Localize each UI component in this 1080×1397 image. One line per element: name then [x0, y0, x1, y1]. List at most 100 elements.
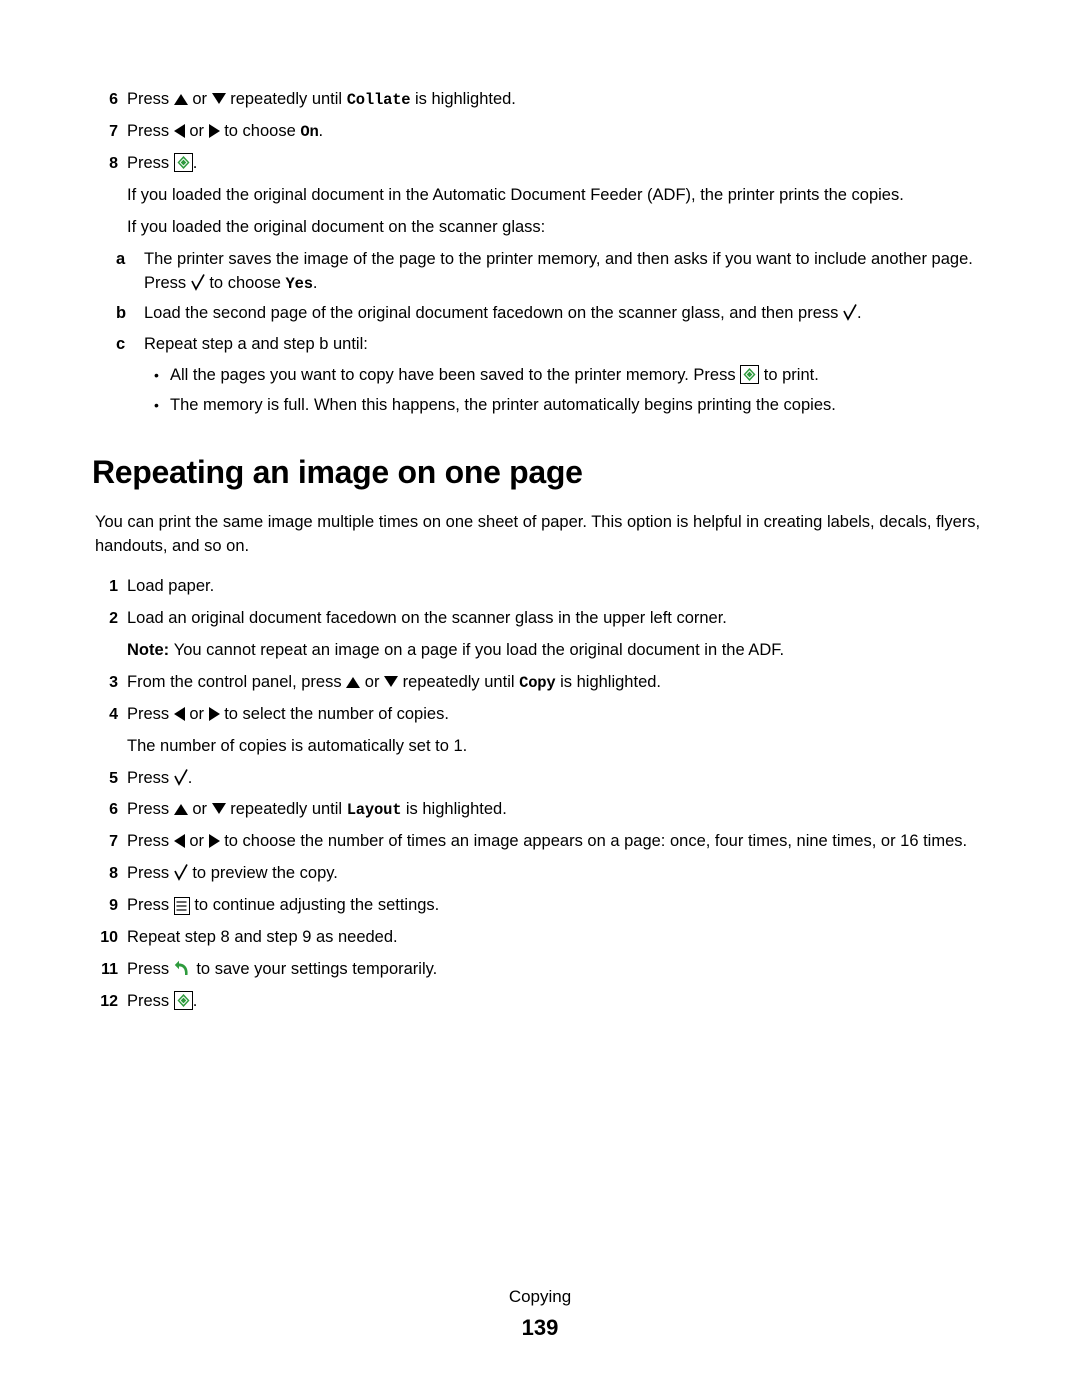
menu-term: On: [300, 122, 319, 141]
numbered-step: 8 Press to preview the copy.: [92, 862, 997, 886]
substep-text: Repeat step a and step b until:: [144, 335, 368, 354]
bullet-item: • The memory is full. When this happens, …: [154, 394, 997, 418]
step-number: 12: [100, 992, 118, 1010]
start-button-icon: [740, 365, 760, 385]
arrow-down-icon: [384, 675, 399, 687]
bullet-text: All the pages you want to copy have been…: [170, 365, 819, 385]
step-number: 6: [109, 801, 118, 819]
step-text: Press .: [127, 152, 198, 172]
arrow-down-icon: [211, 93, 226, 104]
step-number: 11: [101, 961, 118, 979]
arrow-left-icon: [173, 123, 185, 138]
step-text: From the control panel, press or repeate…: [127, 672, 662, 692]
bullet-text: The memory is full. When this happens, t…: [170, 396, 836, 415]
menu-term: Yes: [285, 274, 314, 293]
step-number: 4: [109, 705, 118, 723]
bullet-dot-icon: •: [154, 367, 159, 384]
page-content: 6 Press or repeatedly until Collate is hi…: [92, 88, 997, 1022]
arrow-up-icon: [173, 94, 188, 105]
adf-paragraph: If you loaded the original document in t…: [127, 185, 904, 204]
step-number: 2: [109, 609, 118, 627]
arrow-down-icon: [211, 803, 226, 815]
arrow-right-icon: [208, 123, 220, 138]
substep-letter: a: [116, 249, 126, 268]
back-button-icon: [174, 960, 192, 978]
arrow-up-icon: [346, 676, 361, 688]
numbered-step: 6 Press or repeatedly until Collate is hi…: [92, 88, 997, 112]
step-text: Press or to select the number of copies.: [127, 704, 449, 723]
top-steps-list: 6 Press or repeatedly until Collate is hi…: [92, 88, 997, 176]
substep-letter: b: [116, 304, 127, 323]
numbered-step: 1 Load paper.: [92, 575, 997, 599]
document-page: 6 Press or repeatedly until Collate is hi…: [0, 0, 1080, 1397]
arrow-up-icon: [173, 804, 188, 816]
step-text: Press or to choose the number of times a…: [127, 832, 968, 851]
step-number: 8: [109, 865, 118, 883]
note-label: Note:: [127, 640, 174, 659]
numbered-step: 5 Press .: [92, 767, 997, 791]
step-number: 9: [109, 897, 118, 915]
step-text: Press to preview the copy.: [127, 864, 338, 883]
step-number: 7: [109, 833, 118, 851]
step-text: Press .: [127, 990, 198, 1010]
step-text: Press to save your settings temporarily.: [127, 960, 438, 979]
footer-section-label: Copying: [508, 1287, 572, 1306]
arrow-right-icon: [208, 706, 220, 721]
select-check-icon: [174, 768, 188, 786]
menu-term: Layout: [346, 801, 402, 820]
step-text: Press or to choose On.: [127, 121, 324, 141]
numbered-step: 12 Press .: [92, 990, 997, 1014]
numbered-step: 7 Press or to choose On.: [92, 120, 997, 144]
numbered-step: 8 Press .: [92, 152, 997, 176]
substep-letter: c: [116, 335, 126, 354]
numbered-step: 3 From the control panel, press or repeat…: [92, 671, 997, 695]
lettered-substep: c Repeat step a and step b until:: [116, 333, 997, 357]
select-check-icon: [843, 304, 857, 322]
menu-term: Copy: [519, 673, 556, 692]
select-check-icon: [191, 273, 205, 291]
footer-page-number: 139: [521, 1315, 559, 1340]
step-number: 10: [100, 929, 118, 947]
step-text: Load paper.: [127, 576, 215, 595]
step-number: 6: [109, 91, 118, 108]
note-paragraph: Note: You cannot repeat an image on a pa…: [127, 640, 785, 659]
numbered-step: 11 Press to save your settings temporaril…: [92, 958, 997, 982]
intro-paragraph: You can print the same image multiple ti…: [95, 513, 981, 556]
numbered-step: 2 Load an original document facedown on t…: [92, 607, 997, 631]
sub-steps-list: a The printer saves the image of the page…: [92, 248, 997, 358]
step-text: Press or repeatedly until Collate is hig…: [127, 90, 516, 109]
substep-text: Load the second page of the original doc…: [144, 304, 862, 323]
step-text: Press .: [127, 768, 193, 787]
substep-text: The printer saves the image of the page …: [144, 249, 973, 293]
step-text: Load an original document facedown on th…: [127, 608, 727, 627]
start-button-icon: [173, 990, 193, 1010]
numbered-step: 7 Press or to choose the number of times …: [92, 830, 997, 854]
numbered-step: 10 Repeat step 8 and step 9 as needed.: [92, 926, 997, 950]
select-check-icon: [174, 864, 188, 882]
lettered-substep: b Load the second page of the original do…: [116, 302, 997, 326]
numbered-step: 4 Press or to select the number of copies…: [92, 703, 997, 727]
numbered-step: 6 Press or repeatedly until Layout is hig…: [92, 798, 997, 822]
page-footer: Copying 139: [0, 1287, 1080, 1341]
arrow-left-icon: [173, 706, 185, 721]
menu-term: Collate: [346, 91, 411, 109]
lettered-substep: a The printer saves the image of the page…: [116, 248, 997, 296]
start-button-icon: [173, 152, 193, 172]
main-steps-list: 1 Load paper. 2 Load an original document f…: [92, 575, 997, 1014]
menu-button-icon: [173, 897, 190, 916]
step-number: 3: [109, 673, 118, 691]
scanner-glass-paragraph: If you loaded the original document on t…: [127, 217, 546, 236]
arrow-right-icon: [208, 834, 220, 849]
step-text: Press or repeatedly until Layout is high…: [127, 800, 507, 820]
bullet-list: • All the pages you want to copy have bee…: [92, 364, 997, 418]
step-number: 1: [109, 577, 118, 595]
numbered-step: 9 Press to continue adjusting the setting…: [92, 894, 997, 918]
step-number: 8: [109, 154, 118, 172]
arrow-left-icon: [173, 834, 185, 849]
step-number: 7: [109, 122, 118, 140]
step-text: Press to continue adjusting the settings…: [127, 896, 440, 916]
bullet-item: • All the pages you want to copy have bee…: [154, 364, 997, 388]
step-number: 5: [109, 769, 118, 787]
step-text: Repeat step 8 and step 9 as needed.: [127, 928, 398, 947]
bullet-dot-icon: •: [154, 397, 159, 414]
